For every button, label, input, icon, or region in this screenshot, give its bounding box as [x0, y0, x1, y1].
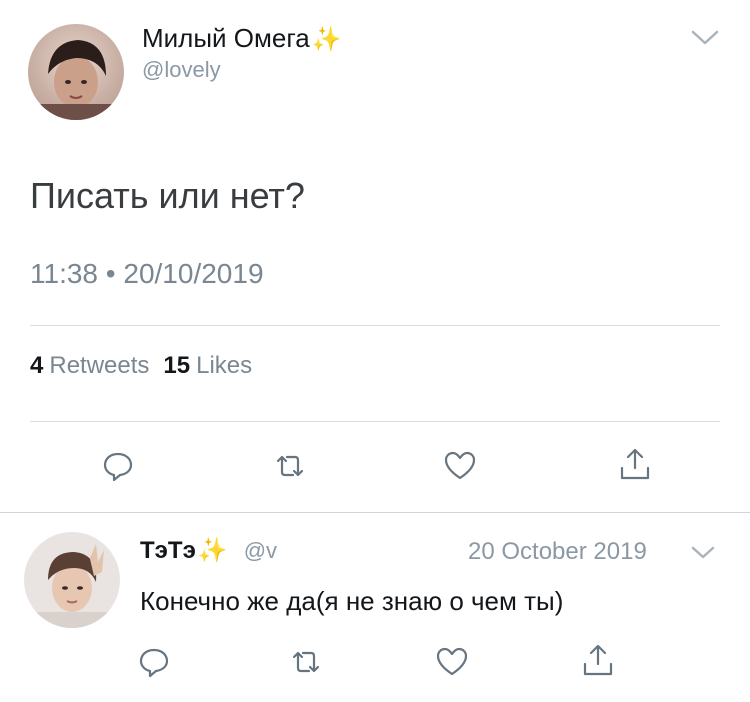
tweet-date: 20/10/2019	[123, 258, 264, 289]
tweet-stats: 4 Retweets 15 Likes	[30, 350, 266, 382]
author-display-name[interactable]: Милый Омега✨	[142, 22, 342, 56]
author-handle[interactable]: @lovely	[142, 56, 221, 84]
share-icon[interactable]	[617, 446, 653, 482]
likes-label: Likes	[196, 352, 253, 379]
likes-stat[interactable]: 15 Likes	[163, 352, 266, 379]
retweets-stat[interactable]: 4 Retweets	[30, 352, 163, 379]
sparkles-emoji-icon: ✨	[197, 537, 228, 564]
reply-icon[interactable]	[136, 644, 172, 680]
author-avatar[interactable]	[28, 24, 124, 120]
reply-author-name[interactable]: ТэТэ✨ @v	[140, 536, 277, 566]
divider	[30, 421, 720, 422]
chevron-down-icon[interactable]	[690, 544, 716, 562]
chevron-down-icon[interactable]	[690, 28, 720, 48]
reply-name-text: ТэТэ	[140, 537, 196, 564]
reply-date: 20 October 2019	[468, 538, 647, 565]
like-icon[interactable]	[434, 644, 470, 680]
like-icon[interactable]	[442, 448, 478, 484]
retweets-count: 4	[30, 352, 44, 379]
divider	[30, 325, 720, 326]
retweets-label: Retweets	[49, 352, 150, 379]
tweet-text: Писать или нет?	[30, 175, 305, 216]
author-name-text: Милый Омега	[142, 23, 310, 53]
share-icon[interactable]	[580, 642, 616, 678]
sparkles-emoji-icon: ✨	[311, 26, 342, 53]
tweet-time: 11:38	[30, 258, 98, 289]
section-divider	[0, 512, 750, 513]
likes-count: 15	[163, 352, 191, 379]
reply-author-avatar[interactable]	[24, 532, 120, 628]
retweet-icon[interactable]	[272, 448, 308, 484]
retweet-icon[interactable]	[288, 644, 324, 680]
reply-text: Конечно же да(я не знаю о чем ты)	[140, 586, 564, 616]
meta-separator: •	[105, 258, 116, 289]
reply-icon[interactable]	[100, 448, 136, 484]
reply-author-handle: @v	[243, 538, 278, 563]
tweet-timestamp: 11:38 • 20/10/2019	[30, 256, 264, 292]
